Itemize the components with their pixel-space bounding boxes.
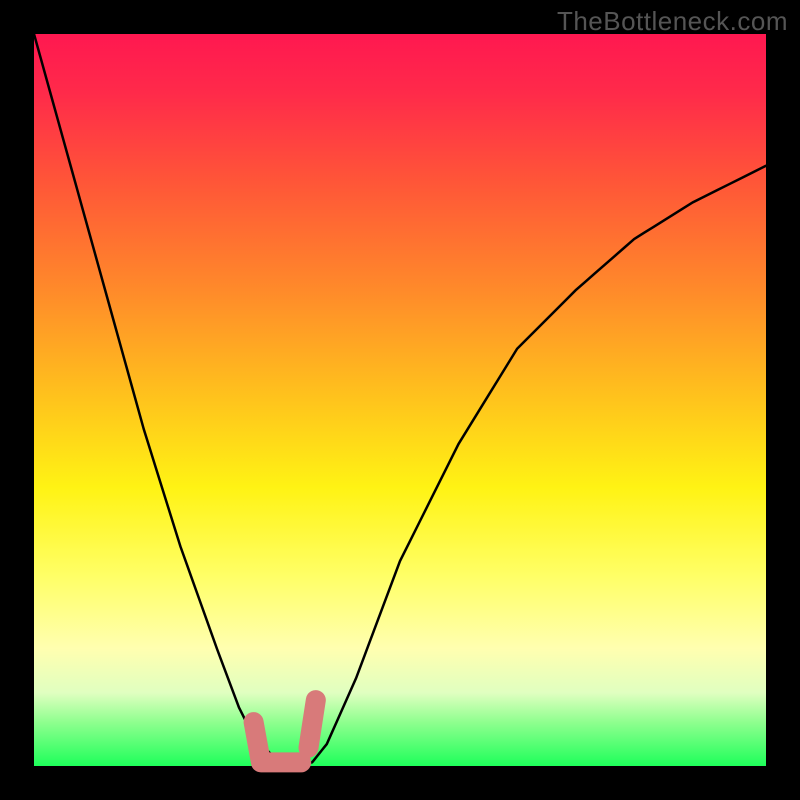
chart-svg [0,0,800,800]
watermark-text: TheBottleneck.com [557,6,788,37]
chart-frame: TheBottleneck.com [0,0,800,800]
plot-background [34,34,766,766]
